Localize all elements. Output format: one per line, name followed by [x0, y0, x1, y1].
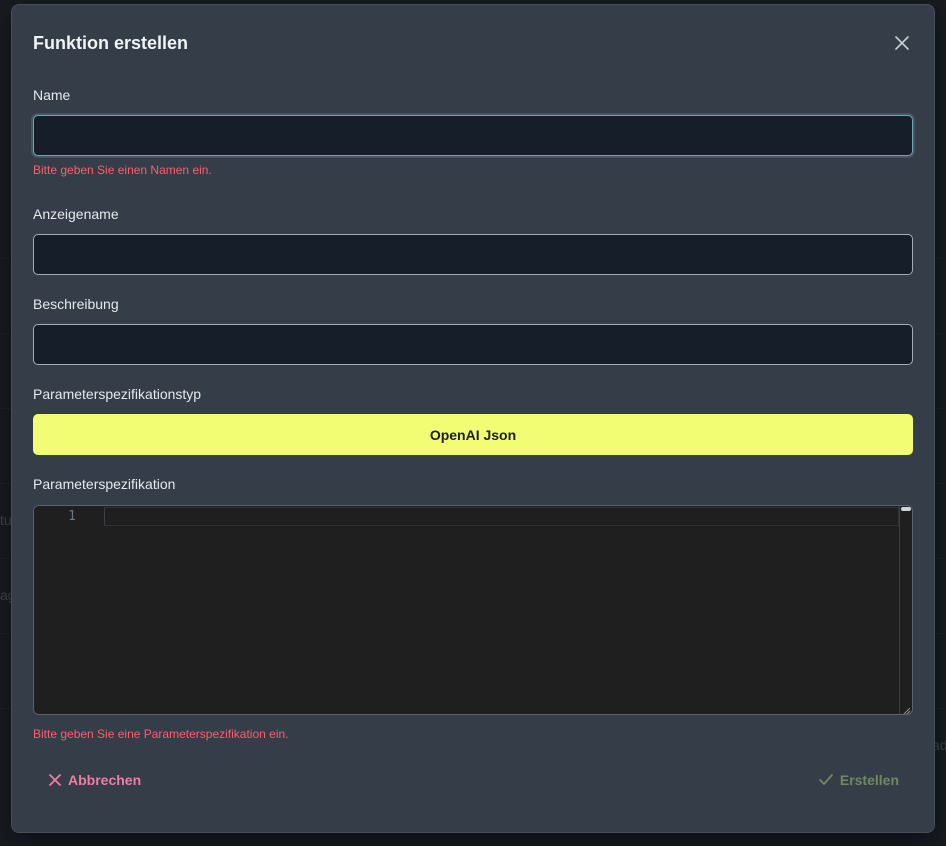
name-input[interactable] [33, 115, 913, 156]
checkmark-icon [818, 774, 833, 785]
param-spec-type-label: Parameterspezifikationstyp [33, 386, 202, 402]
display-name-input[interactable] [33, 234, 913, 275]
create-button[interactable]: Erstellen [818, 772, 899, 788]
name-error-message: Bitte geben Sie einen Namen ein. [33, 163, 212, 177]
close-icon [49, 774, 61, 786]
create-button-label: Erstellen [839, 772, 899, 788]
param-spec-code-editor[interactable]: 1 [33, 505, 913, 715]
cancel-button[interactable]: Abbrechen [49, 772, 141, 788]
cancel-button-label: Abbrechen [68, 772, 142, 788]
editor-active-line [104, 507, 899, 526]
display-name-label: Anzeigename [33, 206, 119, 222]
description-label: Beschreibung [33, 296, 119, 312]
editor-cursor [104, 508, 105, 525]
editor-scrollbar-thumb[interactable] [901, 507, 911, 511]
line-number: 1 [68, 509, 76, 524]
resize-handle-icon[interactable] [901, 703, 911, 714]
dialog-title: Funktion erstellen [33, 33, 189, 53]
description-input[interactable] [33, 324, 913, 365]
create-function-dialog: Funktion erstellen Name Bitte geben Sie … [11, 4, 935, 833]
param-spec-label: Parameterspezifikation [33, 476, 176, 492]
close-icon [895, 36, 909, 50]
name-label: Name [33, 87, 71, 103]
editor-gutter: 1 [34, 506, 104, 714]
param-spec-error-message: Bitte geben Sie eine Parameterspezifikat… [33, 727, 289, 741]
param-spec-type-openai-json-button[interactable]: OpenAI Json [33, 414, 913, 455]
editor-scrollbar[interactable] [899, 506, 912, 714]
close-button[interactable] [892, 33, 912, 53]
